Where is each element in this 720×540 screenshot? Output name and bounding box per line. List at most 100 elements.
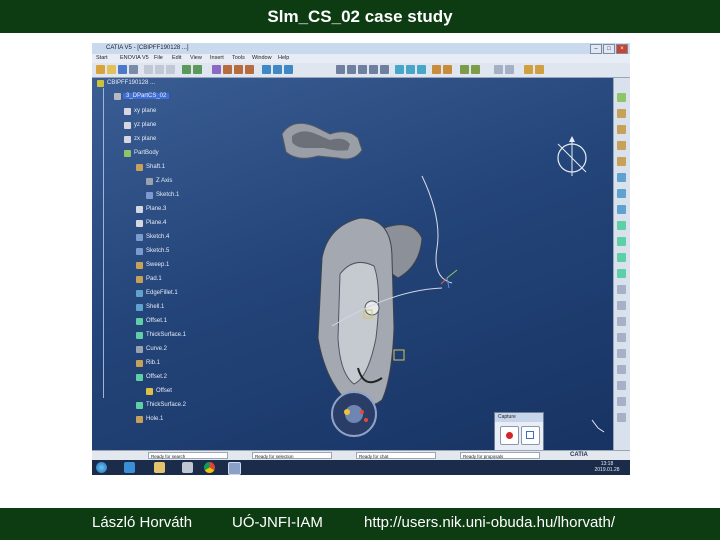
menu-file[interactable]: File <box>154 55 163 61</box>
tree-item-sweep[interactable]: Sweep.1 <box>146 262 169 268</box>
chamfer-icon[interactable] <box>273 65 282 74</box>
close-button[interactable]: × <box>616 44 628 54</box>
thick-surface-tool-icon[interactable] <box>617 333 626 342</box>
menu-help[interactable]: Help <box>278 55 289 61</box>
fillet-tool-icon[interactable] <box>617 221 626 230</box>
swap-space-icon[interactable] <box>443 65 452 74</box>
ie-icon[interactable] <box>124 462 135 473</box>
tree-item-zx-plane[interactable]: zx plane <box>134 136 156 142</box>
thickness-tool-icon[interactable] <box>617 285 626 294</box>
pad-icon[interactable] <box>223 65 232 74</box>
split-tool-icon[interactable] <box>617 317 626 326</box>
print-icon[interactable] <box>129 65 138 74</box>
explorer-icon[interactable] <box>154 462 165 473</box>
cut-icon[interactable] <box>144 65 153 74</box>
zoom-in-icon[interactable] <box>369 65 378 74</box>
footer-url[interactable]: http://users.nik.uni-obuda.hu/lhorvath/ <box>364 514 615 531</box>
menu-view[interactable]: View <box>190 55 202 61</box>
update-icon[interactable] <box>505 65 514 74</box>
tree-item-offset1[interactable]: Offset.1 <box>146 318 167 324</box>
tree-item-yz-plane[interactable]: yz plane <box>134 122 156 128</box>
tree-item-curve2[interactable]: Curve.2 <box>146 346 167 352</box>
sketcher-icon[interactable] <box>617 93 626 102</box>
boolean-tool-icon[interactable] <box>617 397 626 406</box>
pocket-tool-icon[interactable] <box>617 125 626 134</box>
tree-item-xy-plane[interactable]: xy plane <box>134 108 156 114</box>
thread-tool-icon[interactable] <box>617 301 626 310</box>
tree-item-pad[interactable]: Pad.1 <box>146 276 162 282</box>
tree-item-shaft[interactable]: Shaft.1 <box>146 164 165 170</box>
pad-tool-icon[interactable] <box>617 109 626 118</box>
tree-root[interactable]: CBIPFF190128 ... <box>107 80 155 86</box>
save-icon[interactable] <box>118 65 127 74</box>
status-field-chat[interactable]: Ready for chat <box>356 452 436 459</box>
rotate-icon[interactable] <box>358 65 367 74</box>
tree-item-hole[interactable]: Hole.1 <box>146 416 163 422</box>
shaft-tool-icon[interactable] <box>617 141 626 150</box>
copy-icon[interactable] <box>155 65 164 74</box>
tree-item-plane3[interactable]: Plane.3 <box>146 206 166 212</box>
menu-enovia[interactable]: ENOVIA V5 <box>120 55 149 61</box>
slot-tool-icon[interactable] <box>617 205 626 214</box>
undo-icon[interactable] <box>182 65 191 74</box>
tree-item-thicksurface1[interactable]: ThickSurface.1 <box>146 332 186 338</box>
tree-item-edgefillet[interactable]: EdgeFillet.1 <box>146 290 178 296</box>
select-icon[interactable] <box>494 65 503 74</box>
pattern-tool-icon[interactable] <box>617 365 626 374</box>
shell-tool-icon[interactable] <box>617 269 626 278</box>
rib-tool-icon[interactable] <box>617 189 626 198</box>
status-field-search[interactable]: Ready for search <box>148 452 228 459</box>
hole-tool-icon[interactable] <box>617 173 626 182</box>
apply-material-icon[interactable] <box>471 65 480 74</box>
shaft-icon[interactable] <box>245 65 254 74</box>
paste-icon[interactable] <box>166 65 175 74</box>
tree-item-sketch1[interactable]: Sketch.1 <box>156 192 179 198</box>
groove-tool-icon[interactable] <box>617 157 626 166</box>
shading-icon[interactable] <box>417 65 426 74</box>
axis-system-icon[interactable] <box>535 65 544 74</box>
tree-item-plane4[interactable]: Plane.4 <box>146 220 166 226</box>
draft-tool-icon[interactable] <box>617 253 626 262</box>
sketch-icon[interactable] <box>212 65 221 74</box>
tree-item-offset2[interactable]: Offset.2 <box>146 374 167 380</box>
menu-start[interactable]: Start <box>96 55 108 61</box>
redo-icon[interactable] <box>193 65 202 74</box>
chamfer-tool-icon[interactable] <box>617 237 626 246</box>
open-icon[interactable] <box>107 65 116 74</box>
tree-item-sketch4[interactable]: Sketch.4 <box>146 234 169 240</box>
fillet-icon[interactable] <box>262 65 271 74</box>
tree-item-sketch5[interactable]: Sketch.5 <box>146 248 169 254</box>
catia-task-icon[interactable] <box>228 462 241 475</box>
shell-icon[interactable] <box>284 65 293 74</box>
iso-view-icon[interactable] <box>406 65 415 74</box>
scaling-tool-icon[interactable] <box>617 381 626 390</box>
window-titlebar[interactable]: CATIA V5 - [CBIPFF190128 ...] – □ × <box>92 43 630 54</box>
capture-settings-button[interactable] <box>521 426 540 445</box>
maximize-button[interactable]: □ <box>603 44 615 54</box>
zoom-out-icon[interactable] <box>380 65 389 74</box>
tree-item-partbody[interactable]: PartBody <box>134 150 159 156</box>
constraint-icon[interactable] <box>524 65 533 74</box>
apply-material-tool-icon[interactable] <box>617 413 626 422</box>
3d-viewport[interactable]: CBIPFF190128 ... 3_DPartCS_02 xy plane y… <box>92 78 613 454</box>
record-button[interactable] <box>500 426 519 445</box>
tree-item-thicksurface2[interactable]: ThickSurface.2 <box>146 402 186 408</box>
menu-edit[interactable]: Edit <box>172 55 181 61</box>
hide-show-icon[interactable] <box>432 65 441 74</box>
system-clock[interactable]: 13:18 2019.01.28 <box>590 461 624 473</box>
tree-part-selected[interactable]: 3_DPartCS_02 <box>123 93 170 99</box>
menu-window[interactable]: Window <box>252 55 272 61</box>
pocket-icon[interactable] <box>234 65 243 74</box>
fit-all-icon[interactable] <box>336 65 345 74</box>
menu-insert[interactable]: Insert <box>210 55 224 61</box>
chrome-icon[interactable] <box>204 462 215 473</box>
tree-item-shell[interactable]: Shell.1 <box>146 304 164 310</box>
tree-item-z-axis[interactable]: Z Axis <box>156 178 172 184</box>
start-orb-icon[interactable] <box>96 462 107 473</box>
tree-item-offset[interactable]: Offset <box>156 388 172 394</box>
pan-icon[interactable] <box>347 65 356 74</box>
tree-item-rib[interactable]: Rib.1 <box>146 360 160 366</box>
status-field-selection[interactable]: Ready for selection <box>252 452 332 459</box>
minimize-button[interactable]: – <box>590 44 602 54</box>
menu-tools[interactable]: Tools <box>232 55 245 61</box>
